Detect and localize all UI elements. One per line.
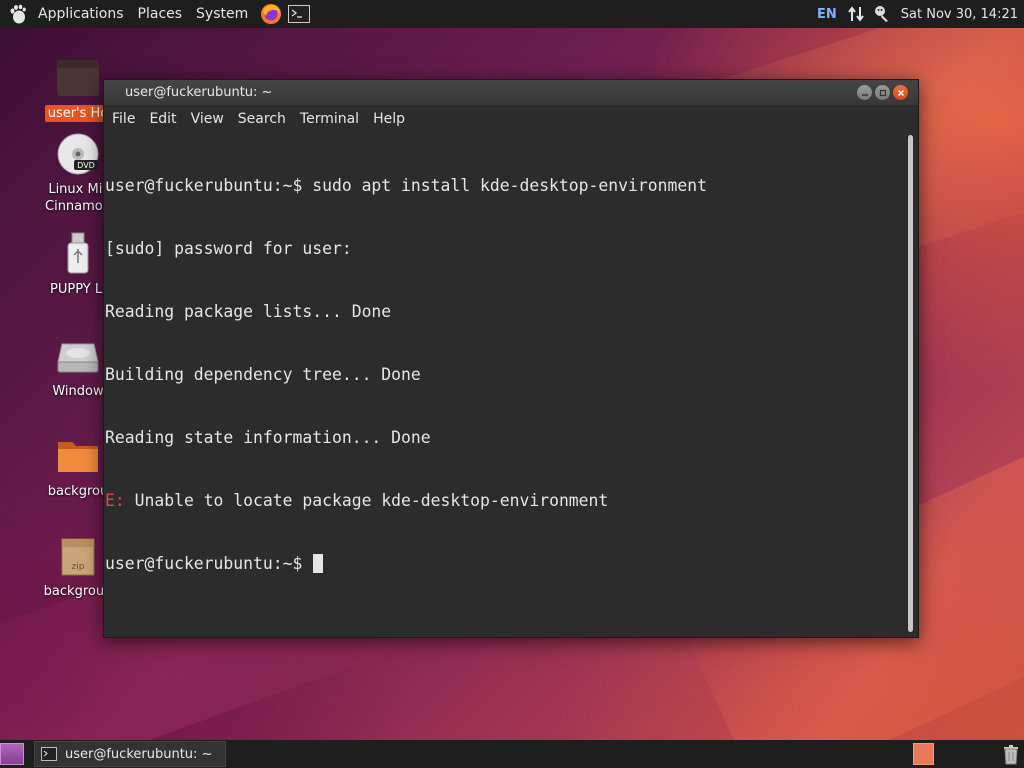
top-panel: Applications Places System EN Sat Nov 30… [0, 0, 1024, 28]
bottom-panel: user@fuckerubuntu: ~ [0, 740, 1024, 768]
home-folder-icon [54, 54, 102, 102]
tray-app-icon[interactable] [872, 4, 892, 24]
dvd-icon: DVD [54, 130, 102, 178]
menu-file[interactable]: File [105, 111, 142, 127]
minimize-button[interactable] [857, 85, 872, 100]
svg-text:DVD: DVD [77, 161, 95, 170]
firefox-launcher-icon[interactable] [259, 2, 283, 26]
system-menu[interactable]: System [189, 0, 255, 28]
terminal-prompt-line: user@fuckerubuntu:~$ [105, 553, 918, 574]
workspace-switcher[interactable] [913, 743, 934, 765]
terminal-launcher-icon[interactable] [287, 2, 311, 26]
menu-help[interactable]: Help [366, 111, 412, 127]
terminal-line: Building dependency tree... Done [105, 365, 421, 384]
close-icon [897, 89, 904, 96]
network-arrows-icon[interactable] [846, 4, 866, 24]
taskbar-terminal-button[interactable]: user@fuckerubuntu: ~ [34, 741, 226, 767]
terminal-line: user@fuckerubuntu:~$ sudo apt install kd… [105, 176, 707, 195]
shell-prompt: user@fuckerubuntu:~$ [105, 554, 313, 573]
window-title: user@fuckerubuntu: ~ [125, 85, 273, 100]
desktop-icon-label: backgrou [47, 484, 109, 499]
keyboard-layout-indicator[interactable]: EN [817, 7, 837, 22]
terminal-line: [sudo] password for user: [105, 239, 352, 258]
menu-search[interactable]: Search [231, 111, 293, 127]
trash-icon[interactable] [1000, 742, 1022, 766]
error-prefix: E: [105, 491, 125, 510]
terminal-icon [41, 747, 57, 761]
menu-view[interactable]: View [184, 111, 231, 127]
show-desktop-button[interactable] [0, 743, 24, 765]
terminal-error-line: E: Unable to locate package kde-desktop-… [105, 490, 918, 511]
menu-edit[interactable]: Edit [142, 111, 183, 127]
usb-drive-icon [54, 230, 102, 278]
svg-text:zip: zip [72, 562, 85, 572]
terminal-window[interactable]: user@fuckerubuntu: ~ File Edit View Sear… [103, 79, 919, 638]
close-button[interactable] [893, 85, 908, 100]
desktop-icon-label: user's Ho [44, 105, 112, 122]
zip-archive-icon: zip [54, 532, 102, 580]
places-menu[interactable]: Places [131, 0, 190, 28]
maximize-icon [879, 89, 886, 96]
clock[interactable]: Sat Nov 30, 14:21 [901, 7, 1018, 22]
terminal-scrollbar[interactable] [908, 135, 913, 632]
text-cursor [313, 554, 324, 573]
desktop-icon-label: PUPPY LI [50, 282, 106, 297]
terminal-output[interactable]: user@fuckerubuntu:~$ sudo apt install kd… [104, 133, 918, 637]
maximize-button[interactable] [875, 85, 890, 100]
error-message: Unable to locate package kde-desktop-env… [124, 491, 609, 510]
window-titlebar[interactable]: user@fuckerubuntu: ~ [104, 80, 918, 105]
terminal-menubar: File Edit View Search Terminal Help [104, 105, 918, 133]
terminal-line: Reading package lists... Done [105, 302, 392, 321]
menu-terminal[interactable]: Terminal [293, 111, 366, 127]
minimize-icon [861, 93, 868, 96]
applications-menu[interactable]: Applications [31, 0, 131, 28]
gnome-foot-icon[interactable] [7, 3, 29, 25]
terminal-line: Reading state information... Done [105, 428, 431, 447]
folder-icon [54, 432, 102, 480]
taskbar-button-label: user@fuckerubuntu: ~ [65, 746, 213, 762]
desktop-icon-label: Window [52, 384, 104, 399]
hard-drive-icon [54, 332, 102, 380]
